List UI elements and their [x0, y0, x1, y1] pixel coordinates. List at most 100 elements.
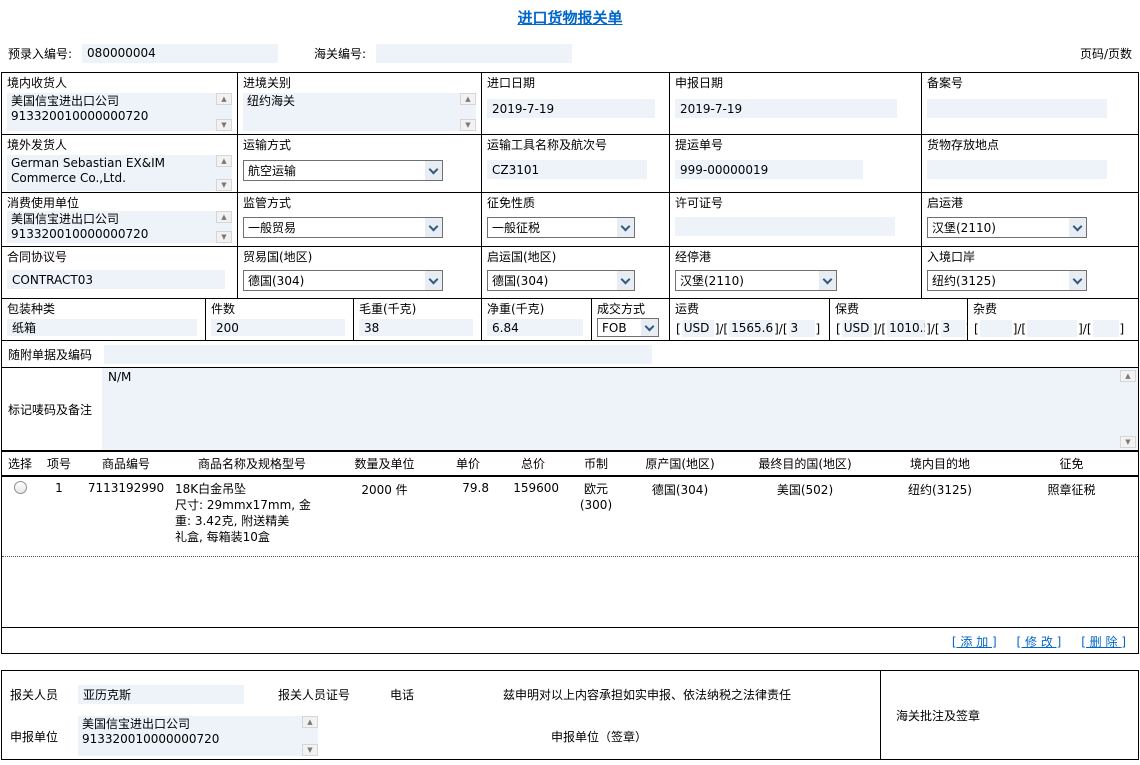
delete-link[interactable]: [ 删 除 ] [1081, 635, 1126, 649]
entry-customs-textarea[interactable]: 纽约海关 [243, 93, 476, 131]
bl-no-label: 提运单号 [675, 138, 724, 152]
pieces-input[interactable]: 200 [211, 319, 345, 336]
docs-input[interactable] [104, 344, 653, 364]
scroll-up-icon[interactable] [1120, 370, 1136, 382]
bracket: ] [815, 321, 821, 336]
package-type-input[interactable]: 纸箱 [7, 319, 197, 336]
transport-mode-select[interactable]: 航空运输 [243, 160, 443, 181]
col-unit-price: 单价 [437, 452, 499, 477]
customs-no-input[interactable] [376, 43, 573, 63]
scroll-down-icon[interactable] [216, 231, 232, 243]
consumer-unit-textarea[interactable]: 美国信宝进出口公司 913320010000000720 [7, 211, 232, 243]
bracket: [ [676, 321, 681, 336]
modify-link[interactable]: [ 修 改 ] [1017, 635, 1062, 649]
bracket: ]/[ [1012, 321, 1027, 336]
trade-country-select[interactable]: 德国(304) [243, 270, 443, 291]
pieces-cell: 件数 200 [206, 299, 354, 340]
scroll-up-icon[interactable] [216, 155, 232, 167]
supervision-mode-cell: 监管方式 一般贸易 [238, 193, 482, 246]
add-link[interactable]: [ 添 加 ] [952, 635, 997, 649]
declarant-input[interactable]: 亚历克斯 [78, 684, 244, 704]
import-date-input[interactable]: 2019-7-19 [487, 99, 655, 118]
bl-no-input[interactable]: 999-00000019 [675, 160, 863, 179]
scroll-up-icon[interactable] [460, 93, 476, 105]
overseas-shipper-textarea[interactable]: German Sebastian EX&IM Commerce Co.,Ltd. [7, 155, 232, 191]
record-no-input[interactable] [927, 99, 1107, 118]
transaction-mode-select[interactable]: FOB [597, 318, 659, 337]
declare-unit-textarea[interactable]: 美国信宝进出口公司 913320010000000720 [78, 716, 318, 756]
marks-scrollbar[interactable] [1120, 370, 1136, 448]
col-name-spec: 商品名称及规格型号 [172, 452, 332, 477]
bl-no-cell: 提运单号 999-00000019 [670, 135, 922, 192]
goods-row: 1 7113192990 18K白金吊坠 尺寸: 29mmx17mm, 金 重:… [2, 476, 1138, 556]
entry-customs-scrollbar[interactable] [460, 93, 476, 131]
consumer-unit-scrollbar[interactable] [216, 211, 232, 243]
pre-entry-no-input[interactable]: 080000004 [82, 43, 279, 63]
consignee-textarea[interactable]: 美国信宝进出口公司 913320010000000720 [7, 93, 232, 131]
consignee-label: 境内收货人 [7, 76, 68, 90]
departure-country-select[interactable]: 德国(304) [487, 270, 635, 291]
consignee-cell: 境内收货人 美国信宝进出口公司 913320010000000720 [2, 73, 238, 134]
overseas-shipper-scrollbar[interactable] [216, 155, 232, 191]
stopover-port-select[interactable]: 汉堡(2110) [675, 270, 837, 291]
scroll-down-icon[interactable] [216, 179, 232, 191]
levy-nature-cell: 征免性质 一般征税 [482, 193, 670, 246]
gross-weight-input[interactable]: 38 [359, 319, 473, 336]
col-origin-country: 原产国(地区) [625, 452, 735, 477]
scroll-down-icon[interactable] [1120, 436, 1136, 448]
scroll-up-icon[interactable] [216, 211, 232, 223]
marks-textarea[interactable]: N/M [102, 368, 1138, 450]
scroll-down-icon[interactable] [216, 119, 232, 131]
insurance-currency-input[interactable]: USD [841, 320, 872, 337]
net-weight-input[interactable]: 6.84 [487, 319, 583, 336]
gross-weight-label: 毛重(千克) [359, 302, 417, 316]
scroll-up-icon[interactable] [302, 716, 318, 728]
bracket: [ [974, 321, 979, 336]
bracket: ]/[ [926, 321, 940, 336]
marks-label: 标记唛码及备注 [2, 368, 102, 450]
chevron-down-icon [425, 218, 442, 237]
declare-date-cell: 申报日期 2019-7-19 [670, 73, 922, 134]
storage-place-input[interactable] [927, 160, 1107, 179]
import-date-cell: 进口日期 2019-7-19 [482, 73, 670, 134]
vessel-voyage-label: 运输工具名称及航次号 [487, 138, 608, 152]
freight-amount-input[interactable]: 1565.6 [729, 320, 774, 337]
levy-mode-value: 照章征税 [1047, 483, 1096, 497]
freight-code-input[interactable]: 3 [788, 320, 815, 337]
entry-port-select[interactable]: 纽约(3125) [927, 270, 1087, 291]
scroll-down-icon[interactable] [302, 744, 318, 756]
entry-customs-label: 进境关别 [243, 76, 292, 90]
col-code: 商品编号 [80, 452, 172, 477]
row-select-radio[interactable] [13, 481, 27, 494]
declare-unit-label: 申报单位 [10, 729, 59, 744]
misc-currency-input[interactable] [979, 320, 1012, 337]
footer-section: 报关人员 亚历克斯 报关人员证号 电话 兹申明对以上内容承担如实申报、依法纳税之… [1, 670, 1139, 760]
departure-port-select[interactable]: 汉堡(2110) [927, 217, 1087, 238]
misc-code-input[interactable] [1092, 320, 1119, 337]
license-no-label: 许可证号 [675, 196, 724, 210]
declarant-label: 报关人员 [10, 687, 59, 702]
chevron-down-icon [617, 218, 634, 237]
contract-no-input[interactable]: CONTRACT03 [7, 270, 225, 289]
insurance-code-input[interactable]: 3 [940, 320, 965, 337]
license-no-input[interactable] [675, 217, 895, 236]
freight-currency-input[interactable]: USD [681, 320, 714, 337]
misc-amount-input[interactable] [1027, 320, 1078, 337]
declare-unit-row: 申报单位 美国信宝进出口公司 913320010000000720 申报单位（签… [2, 713, 880, 759]
levy-nature-select[interactable]: 一般征税 [487, 217, 635, 238]
insurance-amount-input[interactable]: 1010.5 [887, 320, 926, 337]
storage-place-cell: 货物存放地点 [922, 135, 1138, 192]
package-type-cell: 包装种类 纸箱 [2, 299, 206, 340]
origin-country-value: 德国(304) [651, 483, 709, 497]
declare-unit-scrollbar[interactable] [302, 716, 318, 756]
bracket: ]/[ [1078, 321, 1092, 336]
page-title-text[interactable]: 进口货物报关单 [517, 9, 622, 27]
consignee-scrollbar[interactable] [216, 93, 232, 131]
scroll-down-icon[interactable] [460, 119, 476, 131]
declare-date-input[interactable]: 2019-7-19 [675, 99, 897, 118]
supervision-mode-select[interactable]: 一般贸易 [243, 217, 443, 238]
col-item-no: 项号 [38, 452, 80, 477]
scroll-up-icon[interactable] [216, 93, 232, 105]
vessel-voyage-input[interactable]: CZ3101 [487, 160, 647, 179]
trade-country-label: 贸易国(地区) [243, 250, 313, 264]
